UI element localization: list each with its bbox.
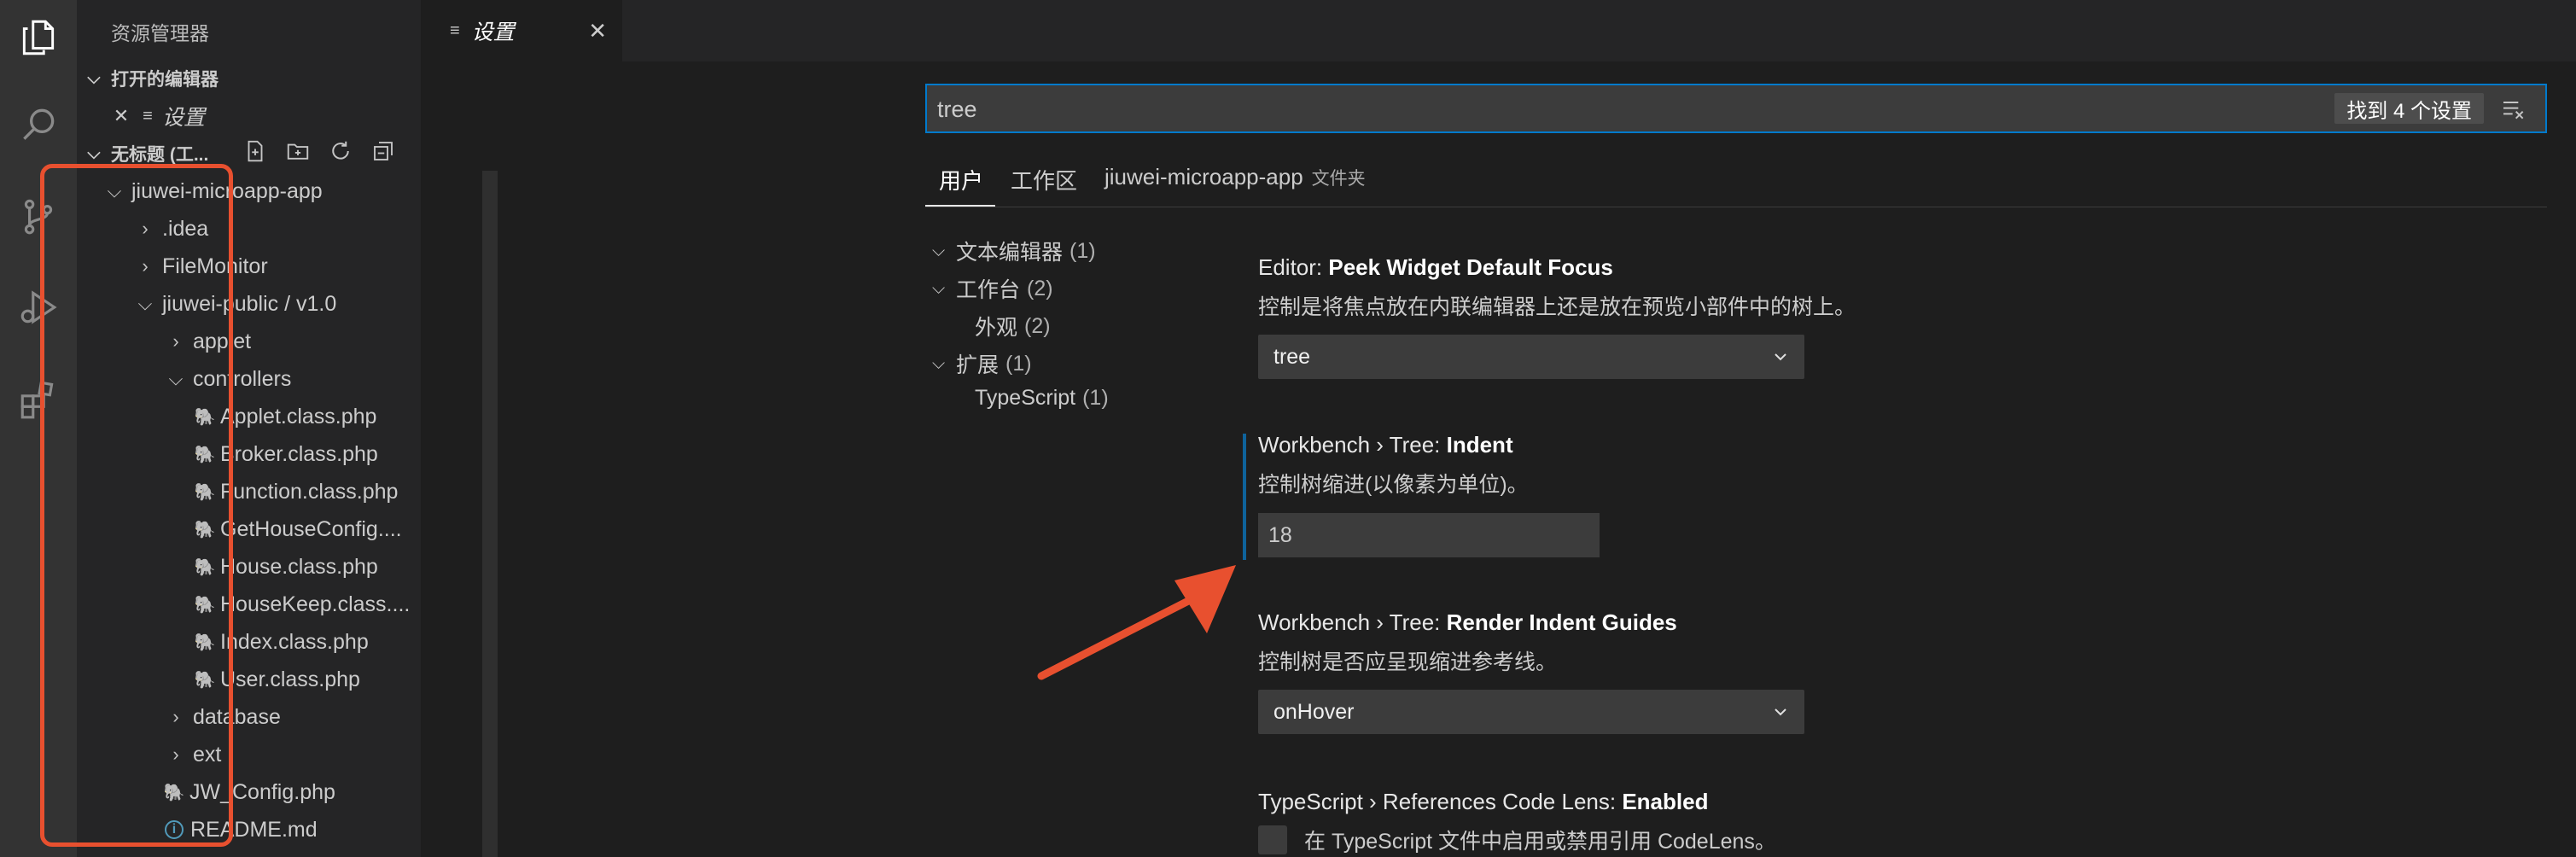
toc-appearance[interactable]: 外观 (2) [975, 311, 1051, 341]
tab-settings[interactable]: ≡ 设置 ✕ [421, 0, 622, 61]
tree-item-label: Function.class.php [220, 479, 399, 504]
explorer-icon[interactable] [15, 14, 62, 61]
tree-item-label: User.class.php [220, 667, 360, 691]
settings-search-input[interactable] [935, 92, 2049, 126]
setting-category: Editor: [1258, 254, 1329, 280]
tab-folder-suffix: 文件夹 [1311, 169, 1366, 189]
chevron-down-icon: ⌵ [87, 68, 101, 88]
toc-extensions[interactable]: ⌵ 扩展 (1) [932, 348, 1032, 379]
tree-item-label: House.class.php [220, 554, 378, 579]
setting-description: 控制树缩进(以像素为单位)。 [1258, 473, 1529, 497]
search-icon[interactable] [15, 101, 62, 149]
chevron-down-icon [1775, 708, 1786, 716]
close-icon[interactable]: ✕ [588, 18, 607, 44]
select-value: onHover [1273, 699, 1355, 724]
chevron-down-icon: ⌵ [932, 241, 946, 260]
setting-category: Workbench › Tree: [1258, 609, 1447, 635]
sidebar-title: 资源管理器 [111, 22, 209, 44]
open-editor-label: 设置 [162, 106, 206, 130]
toc-label: 工作台 [956, 278, 1021, 302]
setting-name: Render Indent Guides [1446, 609, 1677, 635]
setting-name: Indent [1446, 432, 1513, 458]
setting-category: TypeScript › References Code Lens: [1258, 789, 1623, 814]
setting-category: Workbench › Tree: [1258, 432, 1447, 458]
annotation-arrow-icon [1037, 565, 1236, 680]
editor-tab-bar: ≡ 设置 ✕ [421, 0, 2576, 61]
new-file-icon[interactable] [242, 138, 268, 164]
close-icon[interactable]: ✕ [109, 105, 133, 127]
toc-typescript[interactable]: TypeScript (1) [975, 386, 1109, 411]
setting-title-render-indent-guides: Workbench › Tree: Render Indent Guides [1258, 609, 1677, 636]
toc-count: (2) [1024, 313, 1051, 338]
refresh-icon[interactable] [328, 138, 353, 164]
setting-title-peek-widget: Editor: Peek Widget Default Focus [1258, 254, 1613, 281]
setting-description: 控制树是否应呈现缩进参考线。 [1258, 650, 1558, 674]
toc-count: (1) [1005, 351, 1032, 376]
toc-label: TypeScript [975, 386, 1076, 410]
tree-item-label: GetHouseConfig.... [220, 516, 402, 541]
tree-indent-input[interactable] [1258, 513, 1600, 557]
setting-title-tree-indent: Workbench › Tree: Indent [1258, 432, 1513, 458]
chevron-down-icon: ⌵ [932, 278, 946, 298]
open-editors-header[interactable]: ⌵ 打开的编辑器 [77, 60, 421, 97]
setting-name: Enabled [1622, 789, 1709, 814]
render-indent-guides-select[interactable]: onHover [1258, 690, 1804, 734]
collapse-all-icon[interactable] [370, 138, 396, 164]
setting-title-references-codelens: TypeScript › References Code Lens: Enabl… [1258, 789, 1708, 815]
setting-name: Peek Widget Default Focus [1328, 254, 1613, 280]
highlight-box [40, 164, 233, 847]
toc-label: 扩展 [956, 353, 1000, 377]
select-value: tree [1273, 344, 1311, 369]
tree-item-label: Index.class.php [220, 629, 369, 654]
results-count-badge: 找到 4 个设置 [2334, 93, 2484, 124]
toc-count: (2) [1027, 276, 1053, 300]
tab-folder-label: jiuwei-microapp-app [1104, 164, 1303, 189]
sidebar-scrollbar[interactable] [482, 171, 498, 857]
chevron-down-icon [1775, 353, 1786, 361]
toc-label: 外观 [975, 316, 1018, 340]
tab-workspace[interactable]: 工作区 [1011, 164, 1077, 195]
toc-label: 文本编辑器 [956, 241, 1064, 265]
modified-indicator [1243, 434, 1246, 560]
chevron-down-icon: ⌵ [932, 353, 946, 373]
tab-workspace-label: 工作区 [1011, 168, 1078, 194]
clear-filter-icon[interactable] [2499, 96, 2528, 123]
open-editor-item[interactable]: ✕ ≡ 设置 [109, 97, 205, 135]
settings-file-icon: ≡ [143, 106, 153, 125]
toc-workbench[interactable]: ⌵ 工作台 (2) [932, 273, 1053, 304]
tab-label: 设置 [471, 20, 515, 44]
setting-description: 在 TypeScript 文件中启用或禁用引用 CodeLens。 [1304, 830, 1776, 854]
settings-search: 找到 4 个设置 [925, 84, 2547, 133]
peek-widget-focus-select[interactable]: tree [1258, 335, 1804, 379]
references-codelens-checkbox[interactable] [1258, 825, 1287, 854]
settings-file-icon: ≡ [450, 20, 460, 40]
open-editors-label: 打开的编辑器 [111, 70, 219, 90]
tab-user-label: 用户 [939, 168, 984, 194]
tab-folder[interactable]: jiuwei-microapp-app 文件夹 [1104, 164, 1366, 190]
tree-item-label: Broker.class.php [220, 441, 378, 466]
tab-user[interactable]: 用户 [939, 164, 983, 195]
new-folder-icon[interactable] [285, 138, 311, 164]
chevron-down-icon: ⌵ [87, 143, 101, 163]
tree-item-label: HouseKeep.class.... [220, 592, 411, 616]
toc-count: (1) [1082, 386, 1109, 410]
workspace-label: 无标题 (工... [111, 145, 209, 165]
toc-text-editor[interactable]: ⌵ 文本编辑器 (1) [932, 236, 1096, 266]
tree-item-label: Applet.class.php [220, 404, 377, 428]
setting-description: 控制是将焦点放在内联编辑器上还是放在预览小部件中的树上。 [1258, 295, 1856, 319]
toc-count: (1) [1069, 238, 1096, 263]
